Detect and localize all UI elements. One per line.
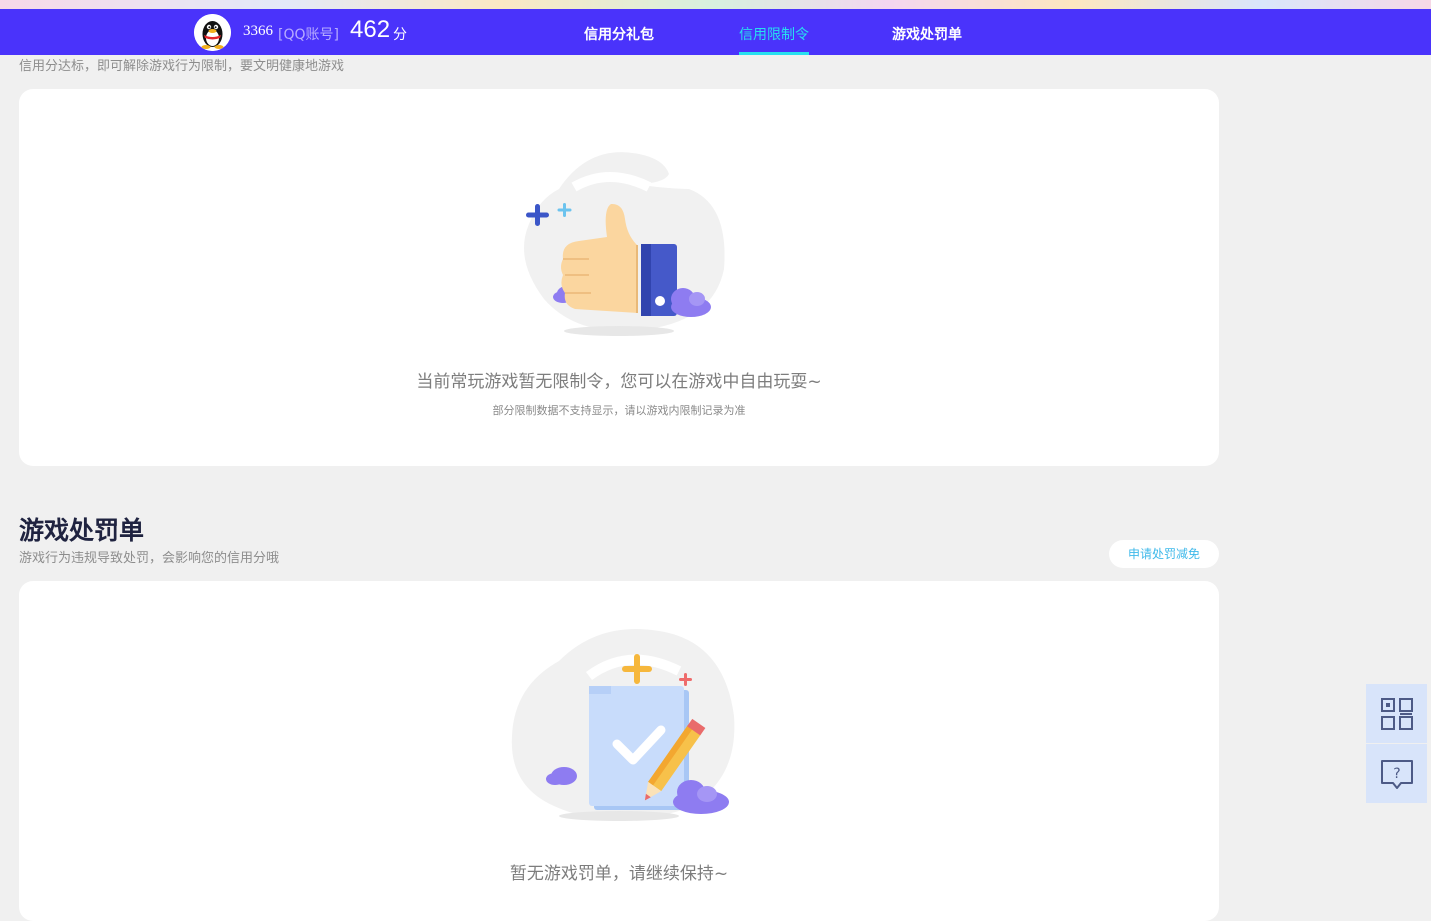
qq-penguin-icon [194,14,231,51]
user-avatar[interactable] [194,14,231,51]
penalty-section-title: 游戏处罚单 [19,516,145,545]
help-feedback-icon: ? [1380,759,1413,789]
tab-credit-restriction[interactable]: 信用限制令 [739,24,809,44]
penalty-card: 暂无游戏罚单，请继续保持~ [19,581,1219,921]
penalty-description: 游戏行为违规导致处罚，会影响您的信用分哦 [19,551,280,566]
qr-code-button[interactable] [1366,684,1427,743]
tab-game-penalty[interactable]: 游戏处罚单 [892,24,962,44]
checklist-pencil-icon [511,629,735,821]
restriction-empty-note: 部分限制数据不支持显示，请以游戏内限制记录为准 [492,404,746,417]
top-decoration-strip [0,0,1431,9]
account-number: 3366 [243,23,273,39]
thumbs-up-icon [524,152,725,336]
restriction-description: 信用分达标，即可解除游戏行为限制，要文明健康地游戏 [19,59,345,74]
qr-code-icon [1380,697,1413,730]
restriction-empty-title: 当前常玩游戏暂无限制令，您可以在游戏中自由玩耍~ [416,372,822,392]
apply-penalty-reduction-button[interactable]: 申请处罚减免 [1109,540,1219,568]
credit-score-unit: 分 [393,27,407,43]
credit-score-value: 462 [350,16,391,43]
top-navigation-bar: 3366 [QQ账号] 462 分 信用分礼包 信用限制令 游戏处罚单 [0,9,1431,55]
restriction-card: 当前常玩游戏暂无限制令，您可以在游戏中自由玩耍~ 部分限制数据不支持显示，请以游… [19,89,1219,466]
help-feedback-button[interactable]: ? [1366,744,1427,803]
account-type-tag: [QQ账号] [278,27,339,43]
svg-text:?: ? [1393,766,1400,782]
penalty-empty-title: 暂无游戏罚单，请继续保持~ [509,864,729,884]
active-tab-indicator [739,52,809,55]
tab-credit-gift[interactable]: 信用分礼包 [584,24,654,44]
